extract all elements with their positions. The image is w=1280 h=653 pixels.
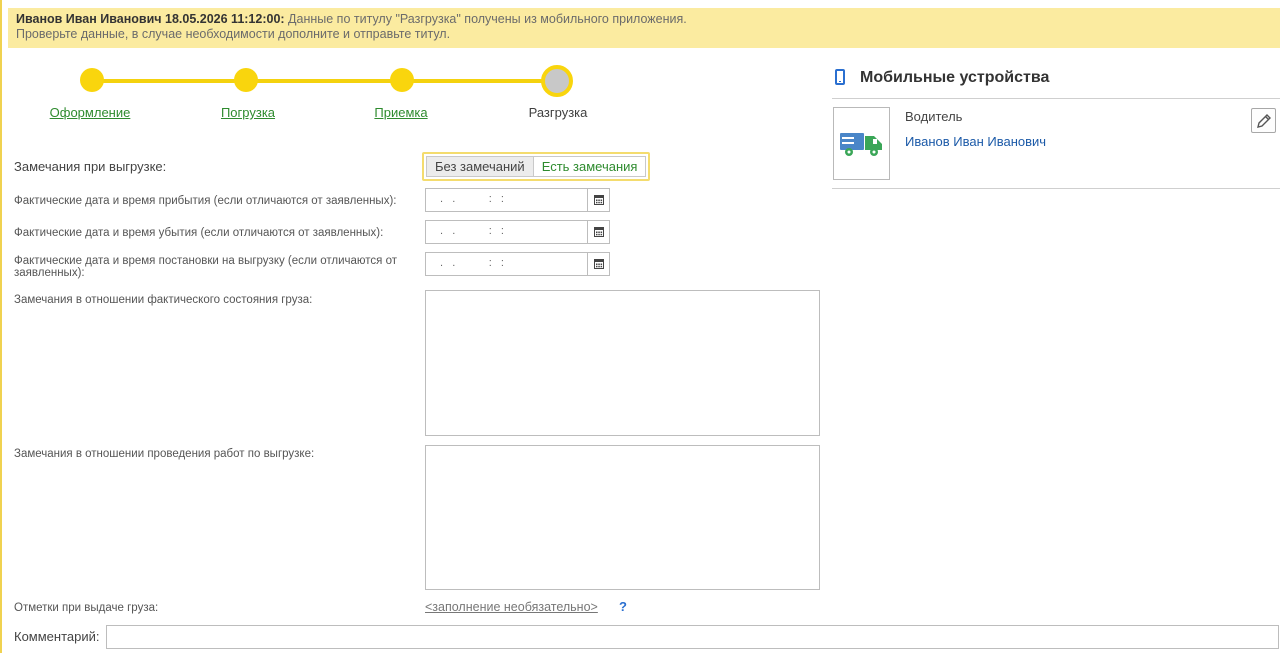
driver-name-link[interactable]: Иванов Иван Иванович	[905, 134, 1046, 149]
mobile-devices-title: Мобильные устройства	[860, 69, 1050, 86]
placement-datetime-mask: . . : :	[436, 257, 514, 269]
step-link-pogruzka[interactable]: Погрузка	[221, 105, 275, 120]
step-link-oformlenie[interactable]: Оформление	[50, 105, 131, 120]
banner-message-2: Проверьте данные, в случае необходимости…	[16, 27, 451, 41]
placement-label: Фактические дата и время постановки на в…	[14, 255, 397, 279]
help-icon[interactable]: ?	[619, 599, 627, 614]
driver-device-icon-box	[833, 107, 890, 180]
departure-datetime-field[interactable]: . . : :	[425, 220, 610, 244]
comment-label: Комментарий:	[14, 629, 100, 644]
departure-datetime-mask: . . : :	[436, 225, 514, 237]
comment-input[interactable]	[106, 625, 1279, 649]
banner-message-1: Данные по титулу "Разгрузка" получены из…	[288, 12, 687, 26]
step-dot-oformlenie[interactable]	[80, 68, 104, 92]
banner-line-1: Иванов Иван Иванович 18.05.2026 11:12:00…	[16, 12, 1272, 27]
placement-datetime-field[interactable]: . . : :	[425, 252, 610, 276]
toggle-has-remarks[interactable]: Есть замечания	[532, 156, 647, 177]
cargo-state-label: Замечания в отношении фактического состо…	[14, 294, 313, 306]
placement-label-line-2: заявленных):	[14, 267, 85, 279]
banner-author-time: Иванов Иван Иванович 18.05.2026 11:12:00…	[16, 12, 285, 26]
stepper-track	[92, 79, 557, 83]
remarks-toggle: Без замечаний Есть замечания	[422, 152, 651, 181]
step-label-razgruzka: Разгрузка	[528, 105, 588, 120]
remarks-label: Замечания при выгрузке:	[14, 159, 167, 174]
step-dot-pogruzka[interactable]	[234, 68, 258, 92]
toggle-no-remarks[interactable]: Без замечаний	[426, 156, 533, 177]
issue-marks-label: Отметки при выдаче груза:	[14, 602, 159, 614]
edit-driver-button[interactable]	[1251, 108, 1276, 133]
calendar-button[interactable]	[587, 253, 609, 275]
calendar-button[interactable]	[587, 221, 609, 243]
step-dot-razgruzka	[541, 65, 573, 97]
arrival-datetime-mask: . . : :	[436, 193, 514, 205]
calendar-icon	[594, 259, 604, 269]
issue-marks-link[interactable]: <заполнение необязательно>	[425, 600, 598, 614]
calendar-icon	[594, 227, 604, 237]
divider-top	[832, 98, 1280, 99]
calendar-icon	[594, 195, 604, 205]
arrival-label: Фактические дата и время прибытия (если …	[14, 195, 397, 207]
mobile-phone-icon	[835, 69, 845, 85]
unloading-works-textarea[interactable]	[425, 445, 820, 590]
departure-label: Фактические дата и время убытия (если от…	[14, 227, 384, 239]
info-banner: Иванов Иван Иванович 18.05.2026 11:12:00…	[8, 8, 1280, 48]
left-accent-bar	[0, 0, 2, 653]
placement-label-line-1: Фактические дата и время постановки на в…	[14, 255, 397, 267]
divider-bottom	[832, 188, 1280, 189]
driver-role: Водитель	[905, 109, 963, 124]
cargo-state-textarea[interactable]	[425, 290, 820, 436]
step-dot-priemka[interactable]	[390, 68, 414, 92]
arrival-datetime-field[interactable]: . . : :	[425, 188, 610, 212]
truck-icon	[840, 133, 882, 156]
pencil-icon	[1257, 114, 1271, 128]
step-link-priemka[interactable]: Приемка	[374, 105, 427, 120]
calendar-button[interactable]	[587, 189, 609, 211]
unloading-works-label: Замечания в отношении проведения работ п…	[14, 448, 315, 460]
